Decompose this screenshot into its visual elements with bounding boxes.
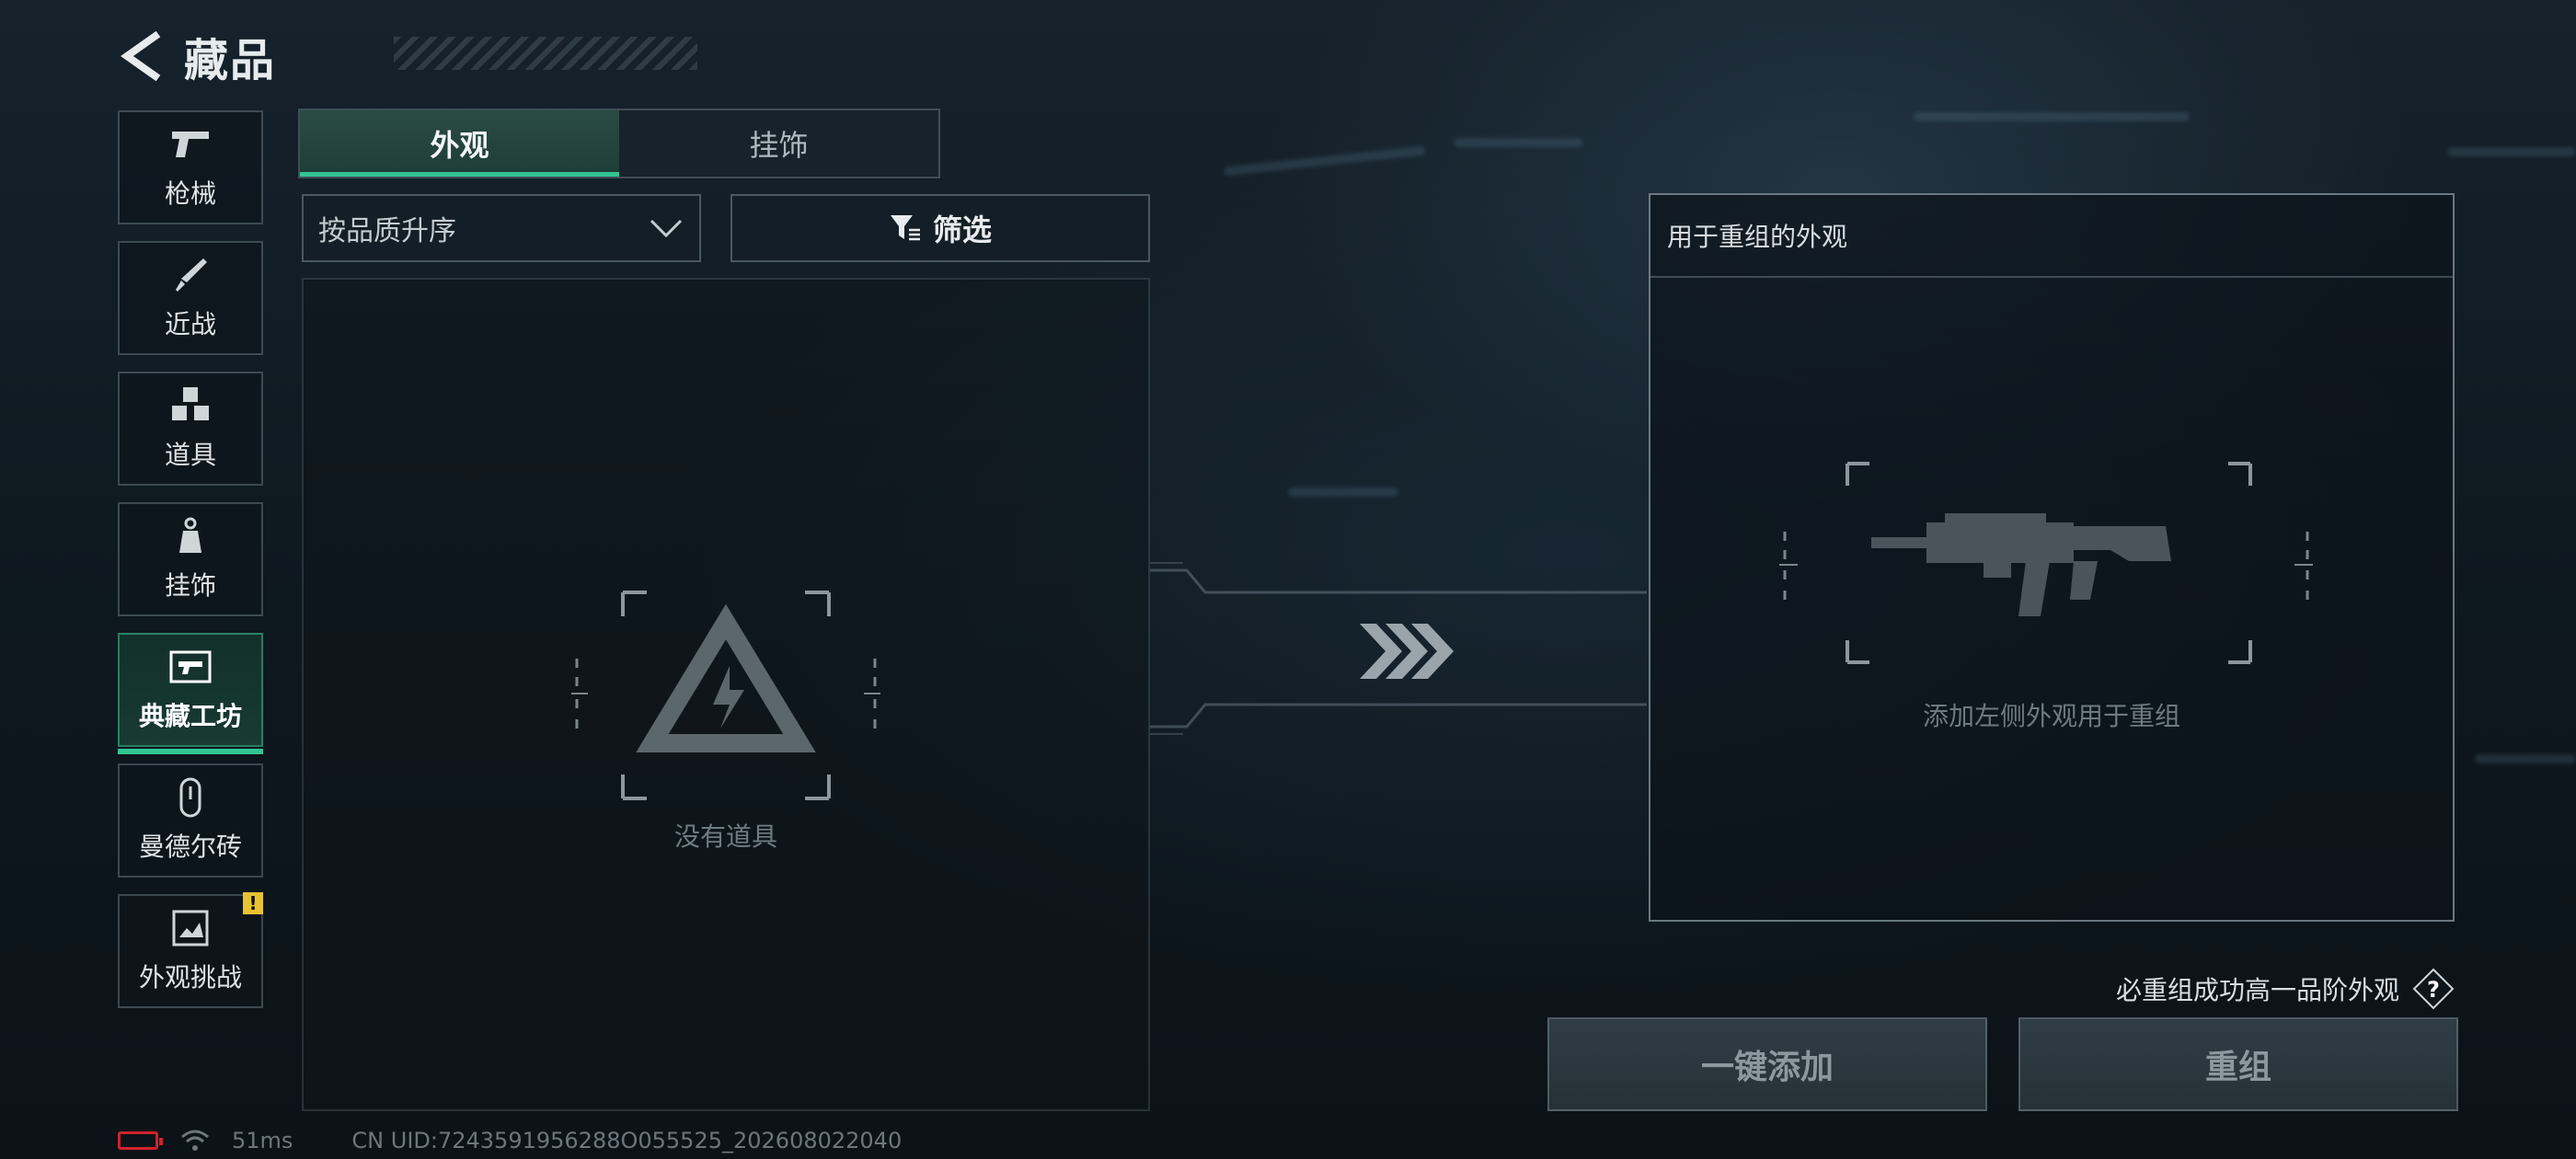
nav-item-props[interactable]: 道具 bbox=[118, 372, 263, 486]
nav-item-collection-workshop[interactable]: 典藏工坊 bbox=[118, 633, 263, 754]
mandel-brick-icon bbox=[168, 777, 213, 818]
recompose-hint: 添加左侧外观用于重组 bbox=[1922, 701, 2180, 731]
sort-label: 按品质升序 bbox=[318, 215, 456, 247]
latency-text: 51ms bbox=[232, 1128, 293, 1153]
weapon-slot-placeholder[interactable] bbox=[1650, 462, 2456, 701]
triple-chevron-icon bbox=[1360, 624, 1454, 679]
notification-badge: ! bbox=[243, 892, 263, 914]
transfer-connector bbox=[1150, 562, 1647, 735]
add-all-label: 一键添加 bbox=[1700, 1049, 1834, 1086]
uid-text: CN UID:7243591956288O055525_202608022040 bbox=[351, 1128, 903, 1153]
nav-item-label: 挂饰 bbox=[164, 570, 216, 601]
back-arrow-icon[interactable] bbox=[118, 29, 164, 84]
category-sidebar: 枪械 近战 道具 挂饰 典藏工坊 曼德尔砖 外观挑战 ! bbox=[118, 110, 267, 1025]
empty-state-frame-icon bbox=[571, 591, 880, 800]
knife-icon bbox=[168, 255, 213, 295]
title-decoration bbox=[394, 37, 697, 70]
guarantee-text: 必重组成功高一品阶外观 bbox=[2115, 975, 2399, 1005]
content-tabs: 外观 挂饰 bbox=[298, 109, 940, 178]
nav-item-label: 枪械 bbox=[164, 178, 216, 209]
add-all-button[interactable]: 一键添加 bbox=[1547, 1017, 1987, 1111]
rifle-silhouette-icon bbox=[1871, 513, 2171, 616]
tab-appearance[interactable]: 外观 bbox=[300, 110, 619, 177]
page-header: 藏品 bbox=[118, 24, 697, 88]
nav-item-label: 近战 bbox=[164, 309, 216, 339]
empty-state-text: 没有道具 bbox=[673, 821, 777, 852]
filter-button[interactable]: 筛选 bbox=[730, 194, 1150, 262]
nav-item-label: 道具 bbox=[164, 440, 216, 470]
nav-item-label: 曼德尔砖 bbox=[138, 832, 242, 862]
chevron-down-icon bbox=[650, 219, 683, 238]
filter-label: 筛选 bbox=[932, 212, 992, 247]
empty-state: 没有道具 bbox=[302, 585, 1150, 852]
nav-item-mandel-brick[interactable]: 曼德尔砖 bbox=[118, 763, 263, 878]
tab-charms[interactable]: 挂饰 bbox=[619, 110, 938, 177]
recompose-button[interactable]: 重组 bbox=[2018, 1017, 2458, 1111]
recompose-panel: 用于重组的外观 添加左侧外观用于重组 bbox=[1649, 193, 2455, 922]
filter-funnel-icon bbox=[890, 215, 920, 241]
nav-item-appearance-challenge[interactable]: 外观挑战 ! bbox=[118, 892, 263, 1008]
challenge-picture-icon bbox=[168, 908, 213, 948]
wifi-icon bbox=[181, 1130, 209, 1151]
nav-item-label: 外观挑战 bbox=[138, 962, 242, 993]
charm-tag-icon bbox=[168, 516, 213, 557]
sort-dropdown[interactable]: 按品质升序 bbox=[302, 194, 701, 262]
nav-item-label: 典藏工坊 bbox=[138, 701, 242, 731]
guarantee-info: 必重组成功高一品阶外观 ? bbox=[2116, 968, 2455, 1010]
battery-icon bbox=[118, 1131, 163, 1150]
help-question-icon[interactable]: ? bbox=[2412, 968, 2455, 1010]
cubes-icon bbox=[168, 385, 213, 426]
recompose-panel-title: 用于重组的外观 bbox=[1650, 195, 2453, 278]
page-title: 藏品 bbox=[184, 35, 277, 86]
pistol-icon bbox=[168, 124, 213, 165]
nav-item-melee[interactable]: 近战 bbox=[118, 241, 263, 355]
status-bar: 51ms CN UID:7243591956288O055525_2026080… bbox=[118, 1128, 902, 1153]
svg-text:?: ? bbox=[2427, 977, 2440, 1003]
recompose-label: 重组 bbox=[2204, 1049, 2271, 1086]
nav-item-firearms[interactable]: 枪械 bbox=[118, 110, 263, 224]
workshop-frame-icon bbox=[168, 647, 213, 687]
nav-item-charms[interactable]: 挂饰 bbox=[118, 502, 263, 616]
